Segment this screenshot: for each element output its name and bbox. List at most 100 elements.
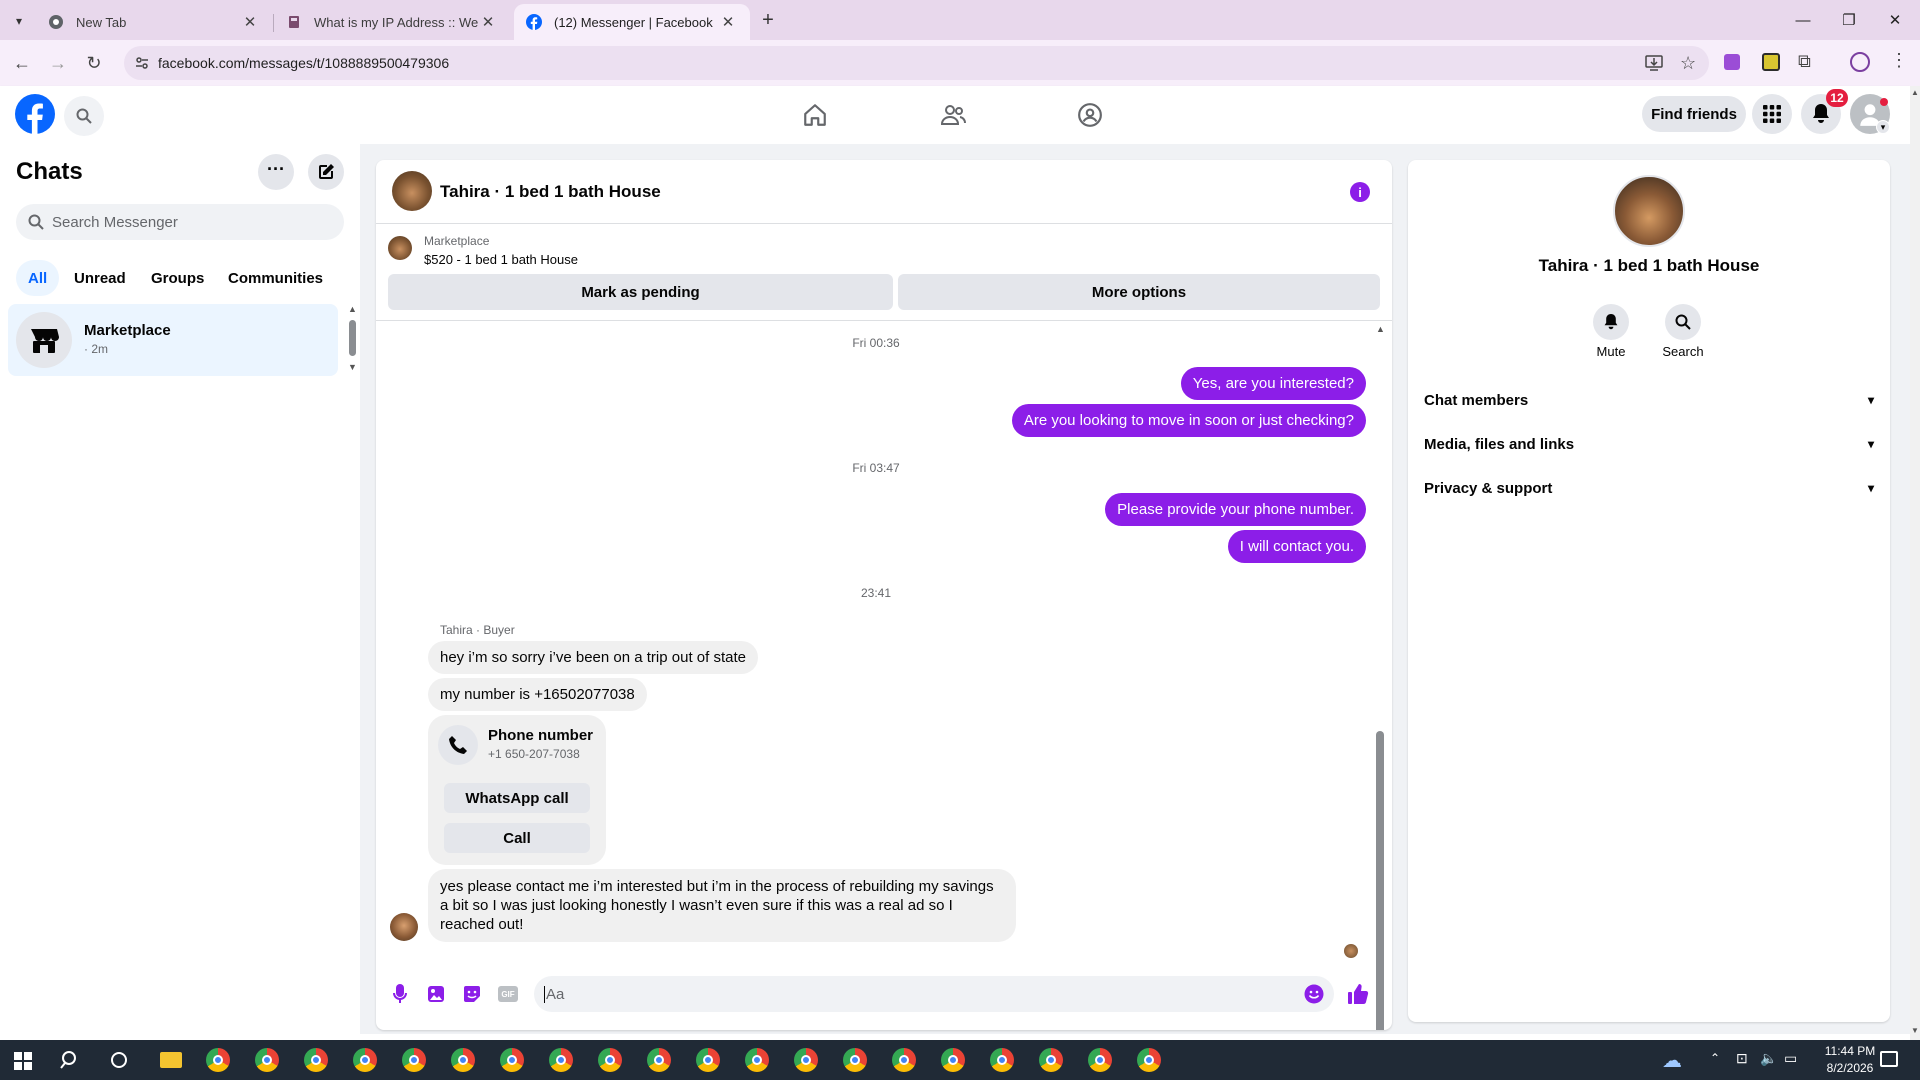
- privacy-support-section[interactable]: Privacy & support ▾: [1424, 470, 1874, 506]
- filter-groups[interactable]: Groups: [139, 260, 216, 296]
- taskbar-browser-app-icon[interactable]: [451, 1048, 475, 1072]
- mute-button[interactable]: [1593, 304, 1629, 340]
- filter-all[interactable]: All: [16, 260, 60, 296]
- close-tab-icon[interactable]: ✕: [478, 12, 498, 32]
- new-message-button[interactable]: [308, 154, 344, 190]
- taskbar-browser-app-icon[interactable]: [843, 1048, 867, 1072]
- taskbar-search-icon[interactable]: [60, 1050, 80, 1070]
- conversation-info-button[interactable]: i: [1350, 182, 1370, 202]
- search-facebook-button[interactable]: [64, 96, 104, 136]
- sender-avatar[interactable]: [390, 913, 418, 941]
- search-messenger-input[interactable]: Search Messenger: [16, 204, 344, 240]
- incoming-message[interactable]: yes please contact me i’m interested but…: [428, 869, 1016, 942]
- outgoing-message[interactable]: I will contact you.: [1227, 530, 1366, 563]
- sticker-button[interactable]: [460, 982, 484, 1006]
- taskbar-browser-app-icon[interactable]: [1088, 1048, 1112, 1072]
- tab-list-dropdown-icon[interactable]: ▾: [8, 10, 30, 32]
- tab-new-tab[interactable]: New Tab ✕: [36, 4, 272, 40]
- listing-thumbnail[interactable]: [388, 236, 412, 260]
- attach-photo-button[interactable]: [424, 982, 448, 1006]
- taskbar-browser-app-icon[interactable]: [1137, 1048, 1161, 1072]
- extension-icon-1[interactable]: [1724, 54, 1740, 70]
- install-app-icon[interactable]: [1645, 55, 1663, 71]
- messages-scrollbar[interactable]: ▲ ▼: [1374, 324, 1386, 1030]
- incoming-message[interactable]: hey i’m so sorry i’ve been on a trip out…: [428, 641, 758, 674]
- voice-clip-button[interactable]: [388, 982, 412, 1006]
- ethernet-icon[interactable]: ▭: [1784, 1050, 1797, 1067]
- taskbar-browser-app-icon[interactable]: [1039, 1048, 1063, 1072]
- media-files-links-section[interactable]: Media, files and links ▾: [1424, 426, 1874, 462]
- taskbar-browser-app-icon[interactable]: [892, 1048, 916, 1072]
- taskbar-browser-app-icon[interactable]: [402, 1048, 426, 1072]
- emoji-button[interactable]: [1304, 984, 1324, 1004]
- taskbar-browser-app-icon[interactable]: [647, 1048, 671, 1072]
- new-tab-button[interactable]: +: [756, 8, 780, 32]
- windows-start-icon[interactable]: [14, 1052, 32, 1070]
- address-bar[interactable]: facebook.com/messages/t/1088889500479306…: [124, 46, 1709, 80]
- outgoing-message[interactable]: Yes, are you interested?: [1180, 367, 1366, 400]
- tab-messenger[interactable]: (12) Messenger | Facebook ✕: [514, 4, 750, 40]
- clock-time[interactable]: 11:44 PM: [1818, 1044, 1882, 1058]
- taskbar-browser-app-icon[interactable]: [598, 1048, 622, 1072]
- taskbar-browser-app-icon[interactable]: [353, 1048, 377, 1072]
- menu-grid-button[interactable]: [1752, 94, 1792, 134]
- mark-as-pending-button[interactable]: Mark as pending: [388, 274, 893, 310]
- taskbar-browser-app-icon[interactable]: [206, 1048, 230, 1072]
- filter-unread[interactable]: Unread: [62, 260, 138, 296]
- search-in-conversation-button[interactable]: [1665, 304, 1701, 340]
- site-info-icon[interactable]: [134, 55, 150, 71]
- taskbar-browser-app-icon[interactable]: [941, 1048, 965, 1072]
- more-options-button[interactable]: More options: [898, 274, 1380, 310]
- reload-button[interactable]: ↻: [78, 47, 110, 79]
- network-icon[interactable]: ⊡: [1736, 1050, 1748, 1067]
- facebook-logo-icon[interactable]: [15, 94, 55, 134]
- conversation-title[interactable]: Tahira · 1 bed 1 bath House: [440, 182, 661, 202]
- chat-list-scrollbar[interactable]: ▲ ▼: [348, 304, 357, 520]
- taskbar-browser-app-icon[interactable]: [255, 1048, 279, 1072]
- volume-icon[interactable]: 🔈: [1760, 1050, 1777, 1067]
- outgoing-message[interactable]: Please provide your phone number.: [1105, 493, 1366, 526]
- contact-avatar[interactable]: [392, 171, 432, 211]
- restore-button[interactable]: ❐: [1826, 0, 1872, 40]
- send-like-button[interactable]: [1346, 982, 1370, 1006]
- chat-list-item[interactable]: Marketplace · 2m: [8, 304, 338, 376]
- task-view-icon[interactable]: [111, 1052, 127, 1068]
- tray-overflow-icon[interactable]: ⌃: [1710, 1051, 1720, 1065]
- taskbar-browser-app-icon[interactable]: [304, 1048, 328, 1072]
- taskbar-browser-app-icon[interactable]: [488, 1040, 536, 1080]
- clock-date[interactable]: 8/2/2026: [1818, 1061, 1882, 1075]
- taskbar-browser-app-icon[interactable]: [990, 1048, 1014, 1072]
- file-explorer-icon[interactable]: [160, 1052, 182, 1068]
- close-tab-icon[interactable]: ✕: [240, 12, 260, 32]
- browser-menu-icon[interactable]: ⋮: [1890, 50, 1908, 71]
- chat-members-section[interactable]: Chat members ▾: [1424, 382, 1874, 418]
- filter-communities[interactable]: Communities: [216, 260, 335, 296]
- bookmark-star-icon[interactable]: ☆: [1680, 53, 1696, 74]
- details-avatar[interactable]: [1613, 175, 1685, 247]
- taskbar-browser-app-icon[interactable]: [794, 1048, 818, 1072]
- notification-center-icon[interactable]: [1880, 1051, 1898, 1067]
- find-friends-button[interactable]: Find friends: [1642, 96, 1746, 132]
- nav-friends[interactable]: [913, 86, 993, 144]
- extension-icon-2[interactable]: [1762, 53, 1780, 71]
- close-window-button[interactable]: ✕: [1872, 0, 1918, 40]
- back-button[interactable]: ←: [6, 47, 38, 79]
- profile-icon[interactable]: [1850, 52, 1870, 72]
- incoming-message[interactable]: my number is +16502077038: [428, 678, 647, 711]
- gif-button[interactable]: GIF: [496, 982, 520, 1006]
- taskbar-browser-app-icon[interactable]: [696, 1048, 720, 1072]
- taskbar-browser-app-icon[interactable]: [549, 1048, 573, 1072]
- account-chevron-icon[interactable]: ▾: [1876, 120, 1890, 134]
- page-scrollbar[interactable]: ▲ ▼: [1910, 86, 1920, 1040]
- chat-options-button[interactable]: ···: [258, 154, 294, 190]
- nav-home[interactable]: [775, 86, 855, 144]
- tab-ip-address[interactable]: What is my IP Address :: WebBr ✕: [274, 4, 510, 40]
- weather-icon[interactable]: ☁: [1662, 1048, 1682, 1073]
- call-button[interactable]: Call: [444, 823, 590, 853]
- whatsapp-call-button[interactable]: WhatsApp call: [444, 783, 590, 813]
- forward-button[interactable]: →: [42, 47, 74, 79]
- listing-title[interactable]: $520 - 1 bed 1 bath House: [424, 252, 578, 267]
- extensions-puzzle-icon[interactable]: ⧉: [1798, 51, 1811, 72]
- outgoing-message[interactable]: Are you looking to move in soon or just …: [1011, 404, 1366, 437]
- nav-groups[interactable]: [1050, 86, 1130, 144]
